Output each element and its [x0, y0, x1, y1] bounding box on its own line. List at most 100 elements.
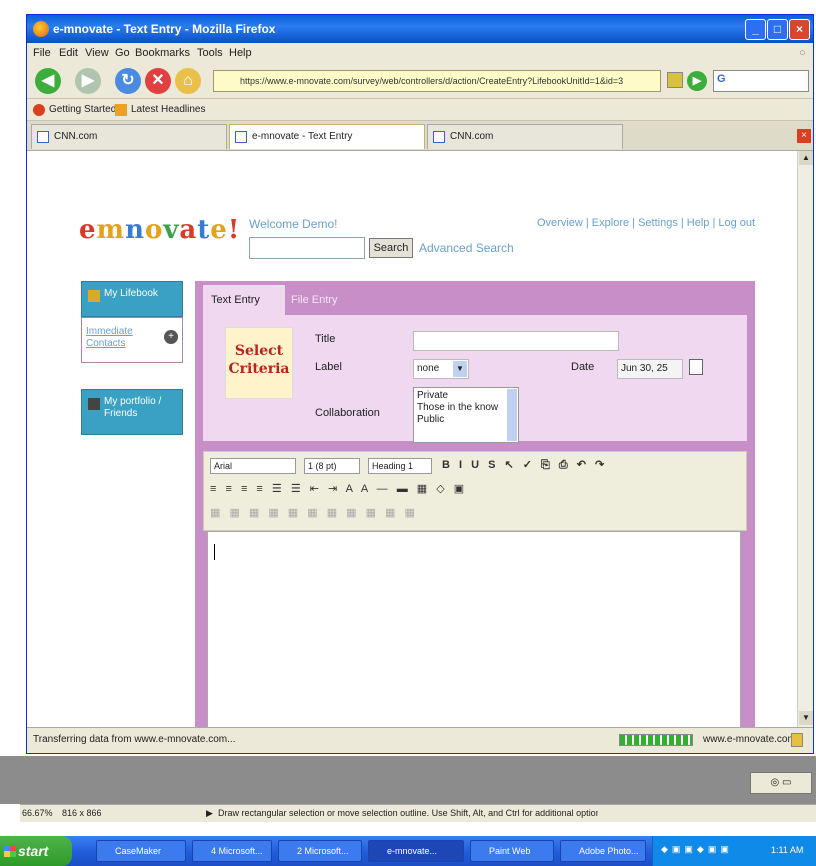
add-contact-icon[interactable]: +: [164, 330, 178, 344]
rss-icon: [115, 104, 127, 116]
folder-icon: [88, 290, 100, 302]
web-search-input[interactable]: G: [713, 70, 809, 92]
entry-form: Select Criteria Title Label none ▼ Date …: [203, 315, 747, 443]
zoom-level: 66.67%: [22, 808, 53, 818]
play-icon: ▶: [206, 808, 213, 818]
taskbar-item[interactable]: Adobe Photo...: [560, 840, 646, 862]
collab-option[interactable]: Public: [417, 414, 515, 426]
font-select[interactable]: Arial: [210, 458, 296, 474]
start-label: start: [18, 843, 49, 859]
forward-arrow-icon[interactable]: ▶: [75, 68, 101, 94]
address-bar[interactable]: https://www.e-mnovate.com/survey/web/con…: [213, 70, 661, 92]
system-tray: ◆▣▣◆▣▣ 1:11 AM: [652, 836, 816, 866]
host-status-bar: 66.67% 816 x 866 ▶ Draw rectangular sele…: [20, 804, 816, 822]
tab-label: CNN.com: [54, 131, 98, 142]
tab-bar: CNN.com e-mnovate - Text Entry CNN.com ×: [27, 121, 813, 151]
close-tab-icon[interactable]: ×: [797, 129, 811, 143]
window-title: e-mnovate - Text Entry - Mozilla Firefox: [53, 22, 276, 36]
windows-logo-icon: [4, 845, 16, 857]
taskbar-item-active[interactable]: e-mnovate...: [368, 840, 464, 862]
collab-option[interactable]: Private: [417, 390, 515, 402]
maximize-button[interactable]: □: [767, 19, 788, 40]
title-bar[interactable]: e-mnovate - Text Entry - Mozilla Firefox…: [27, 15, 813, 43]
menu-help[interactable]: Help: [229, 47, 252, 59]
scroll-up-icon[interactable]: ▲: [799, 151, 813, 165]
status-text: Transferring data from www.e-mnovate.com…: [33, 734, 236, 745]
sidebar-label: My portfolio / Friends: [104, 396, 162, 419]
navigation-toolbar: ◀ ▶ ↻ ✕ ⌂ https://www.e-mnovate.com/surv…: [27, 63, 813, 99]
url-text: https://www.e-mnovate.com/survey/web/con…: [240, 76, 624, 86]
label-select-value: none: [417, 363, 440, 374]
collaboration-label: Collaboration: [315, 407, 380, 419]
menu-file[interactable]: File: [33, 47, 51, 59]
text-caret: [214, 544, 215, 560]
menu-edit[interactable]: Edit: [59, 47, 78, 59]
paragraph-buttons[interactable]: ≡ ≡ ≡ ≡ ☰ ☰ ⇤ ⇥ A A — ▬ ▦ ◇ ▣: [210, 482, 467, 495]
chevron-down-icon: ▼: [453, 361, 467, 377]
label-select[interactable]: none ▼: [413, 359, 469, 379]
menu-bar: File Edit View Go Bookmarks Tools Help ○: [27, 43, 813, 63]
tab-text-entry[interactable]: Text Entry: [203, 285, 285, 315]
table-buttons[interactable]: ▦ ▦ ▦ ▦ ▦ ▦ ▦ ▦ ▦ ▦ ▦: [210, 506, 418, 519]
taskbar-item[interactable]: 2 Microsoft...: [278, 840, 362, 862]
bookmark-latest-headlines[interactable]: Latest Headlines: [131, 104, 206, 115]
menu-go[interactable]: Go: [115, 47, 130, 59]
host-tool-icon[interactable]: ◎ ▭: [750, 772, 812, 794]
page-scrollbar[interactable]: ▲ ▼: [797, 151, 813, 727]
entry-thumbnail[interactable]: Select Criteria: [225, 327, 293, 399]
tray-icons[interactable]: ◆▣▣◆▣▣: [661, 844, 733, 855]
collaboration-listbox[interactable]: Private Those in the know Public: [413, 387, 519, 443]
menu-tools[interactable]: Tools: [197, 47, 223, 59]
site-search-input[interactable]: [249, 237, 365, 259]
formatting-buttons[interactable]: B I U S ↖ ✓ ⎘ ⎙ ↶ ↷: [442, 458, 607, 472]
sidebar-immediate-contacts[interactable]: Immediate Contacts +: [81, 317, 183, 363]
tab-file-entry[interactable]: File Entry: [291, 285, 337, 315]
tab-label: CNN.com: [450, 131, 494, 142]
taskbar-item[interactable]: 4 Microsoft...: [192, 840, 272, 862]
entry-panel: Text Entry File Entry Select Criteria Ti…: [195, 281, 755, 729]
host-hint: Draw rectangular selection or move selec…: [218, 808, 598, 818]
bookmarks-toolbar: Getting Started Latest Headlines: [27, 99, 813, 121]
site-logo[interactable]: emnovate!: [79, 215, 240, 245]
host-canvas-area: [0, 756, 816, 804]
status-domain: www.e-mnovate.com: [703, 734, 796, 745]
padlock-icon: [791, 733, 803, 747]
search-button[interactable]: Search: [369, 238, 413, 258]
title-input[interactable]: [413, 331, 619, 351]
contacts-link[interactable]: Immediate Contacts: [86, 326, 146, 350]
menu-bookmarks[interactable]: Bookmarks: [135, 47, 190, 59]
start-button[interactable]: start: [0, 836, 72, 866]
taskbar-item[interactable]: Paint Web: [470, 840, 554, 862]
menu-view[interactable]: View: [85, 47, 109, 59]
font-size-select[interactable]: 1 (8 pt): [304, 458, 360, 474]
top-nav-links[interactable]: Overview | Explore | Settings | Help | L…: [537, 217, 755, 229]
taskbar: start CaseMaker 4 Microsoft... 2 Microso…: [0, 836, 816, 866]
page-favicon-icon: [235, 131, 247, 143]
listbox-scrollbar[interactable]: [507, 389, 517, 441]
stop-icon[interactable]: ✕: [145, 68, 171, 94]
advanced-search-link[interactable]: Advanced Search: [419, 241, 514, 255]
back-arrow-icon[interactable]: ◀: [35, 68, 61, 94]
tab-cnn-1[interactable]: CNN.com: [31, 124, 227, 149]
cnn-favicon-icon: [37, 131, 49, 143]
date-field[interactable]: Jun 30, 25: [617, 359, 683, 379]
home-icon[interactable]: ⌂: [175, 68, 201, 94]
tab-text-entry[interactable]: e-mnovate - Text Entry: [229, 124, 425, 149]
minimize-button[interactable]: _: [745, 19, 766, 40]
format-select[interactable]: Heading 1: [368, 458, 432, 474]
cnn-favicon-icon: [433, 131, 445, 143]
collab-option[interactable]: Those in the know: [417, 402, 515, 414]
bookmark-getting-started[interactable]: Getting Started: [49, 104, 116, 115]
tab-cnn-2[interactable]: CNN.com: [427, 124, 623, 149]
close-button[interactable]: ×: [789, 19, 810, 40]
label-label: Label: [315, 361, 342, 373]
scroll-down-icon[interactable]: ▼: [799, 711, 813, 725]
clock: 1:11 AM: [771, 845, 804, 855]
calendar-icon[interactable]: [689, 359, 703, 375]
reload-icon[interactable]: ↻: [115, 68, 141, 94]
go-button[interactable]: ▶: [687, 71, 707, 91]
taskbar-item[interactable]: CaseMaker: [96, 840, 186, 862]
rich-text-editor[interactable]: [207, 531, 741, 729]
sidebar-my-lifebook[interactable]: My Lifebook: [81, 281, 183, 317]
sidebar-portfolio[interactable]: My portfolio / Friends: [81, 389, 183, 435]
